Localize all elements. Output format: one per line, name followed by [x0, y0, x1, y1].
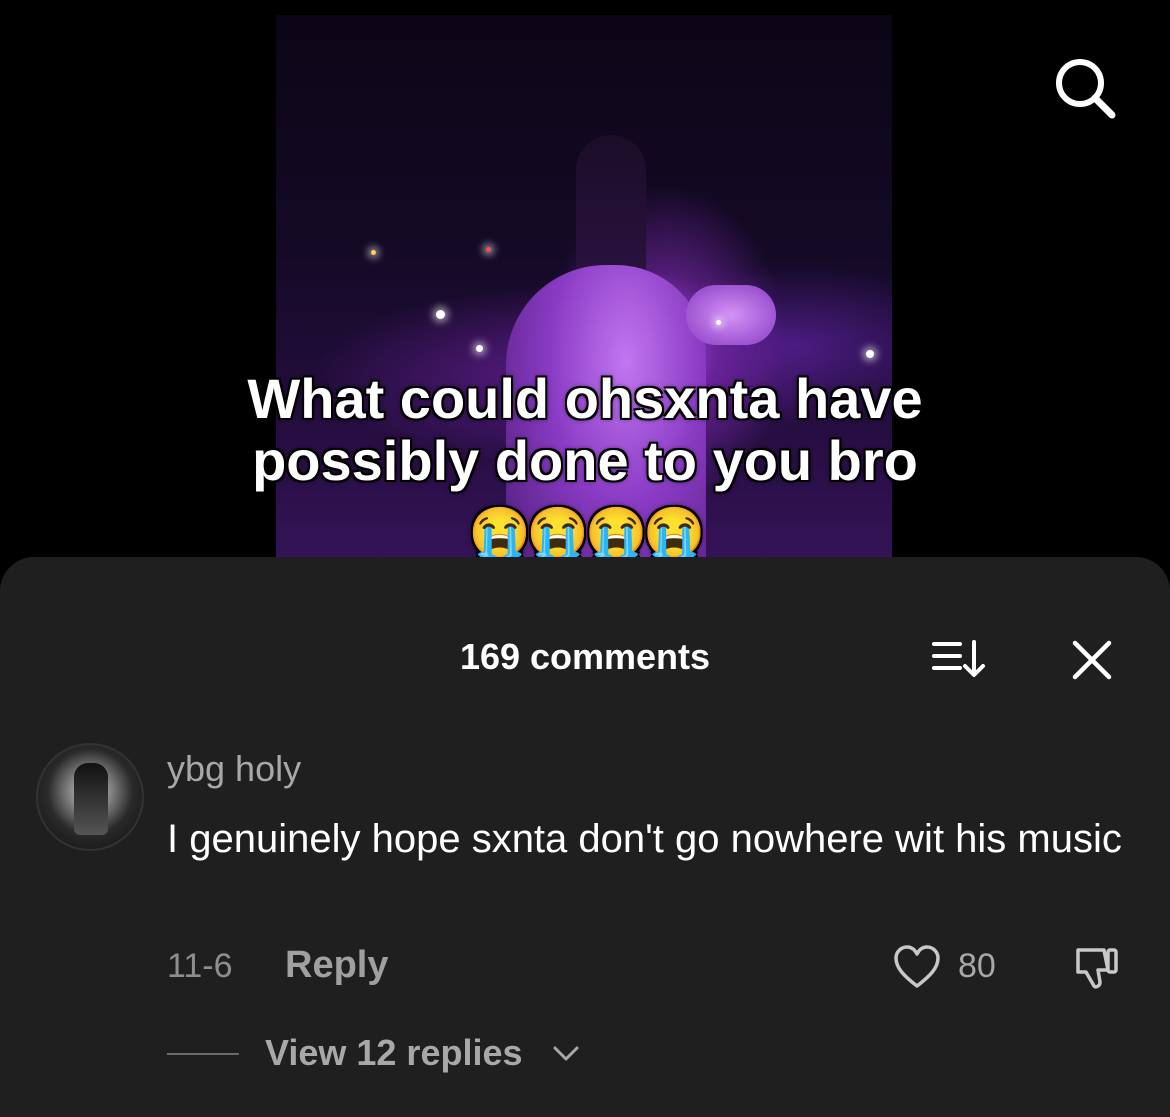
stage-light	[866, 350, 874, 358]
comments-count-title: 169 comments	[459, 636, 711, 677]
avatar-figure	[74, 763, 108, 835]
video-caption: What could ohsxnta have possibly done to…	[0, 368, 1170, 574]
performer-arm	[686, 285, 776, 345]
close-icon[interactable]	[1070, 638, 1114, 682]
avatar[interactable]	[36, 743, 144, 851]
comment-text: I genuinely hope sxnta don't go nowhere …	[167, 817, 1122, 861]
stage-light	[716, 320, 721, 325]
replies-divider	[167, 1053, 239, 1055]
stage-light	[371, 250, 376, 255]
stage-light	[476, 345, 483, 352]
caption-line-2: possibly done to you bro	[252, 429, 918, 492]
comment-date: 11-6	[167, 947, 233, 985]
caption-line-1: What could ohsxnta have	[247, 367, 923, 430]
chevron-down-icon[interactable]	[552, 1045, 580, 1063]
comment-username[interactable]: ybg holy	[167, 748, 301, 790]
performer-head	[576, 135, 646, 285]
stage-light	[436, 310, 445, 319]
search-icon[interactable]	[1052, 55, 1118, 121]
stage-light	[486, 247, 491, 252]
reply-button[interactable]: Reply	[285, 944, 388, 987]
heart-icon[interactable]	[892, 944, 942, 990]
sort-icon[interactable]	[930, 638, 986, 680]
view-replies-button[interactable]: View 12 replies	[265, 1032, 523, 1074]
like-count: 80	[958, 947, 996, 985]
dislike-icon[interactable]	[1070, 942, 1122, 994]
